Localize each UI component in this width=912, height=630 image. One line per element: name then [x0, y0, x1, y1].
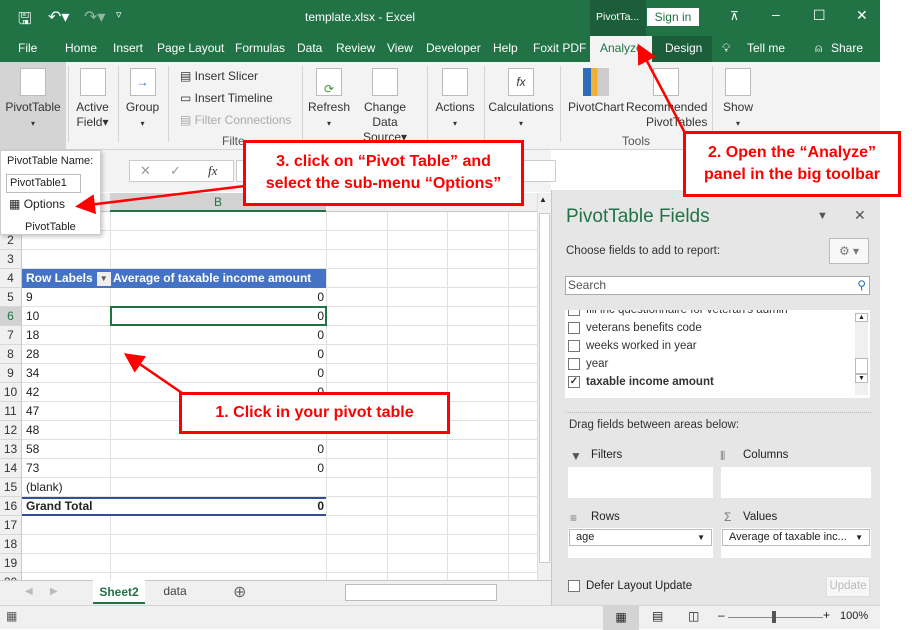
callout-2-line1: 2. Open the “Analyze” — [707, 144, 877, 161]
arrow-to-pivot — [123, 353, 183, 395]
callout-3-line2: select the sub-menu “Options” — [265, 175, 502, 192]
callout-step-1: 1. Click in your pivot table — [179, 392, 450, 434]
callout-3-line1: 3. click on “Pivot Table” and — [276, 153, 491, 170]
callout-2-line2: panel in the big toolbar — [704, 166, 880, 183]
annotation-arrows — [75, 43, 687, 395]
arrow-to-analyze — [637, 43, 687, 134]
arrow-to-options — [75, 184, 246, 215]
callout-step-3: 3. click on “Pivot Table” and select the … — [243, 140, 524, 206]
callout-step-2: 2. Open the “Analyze” panel in the big to… — [683, 131, 901, 197]
